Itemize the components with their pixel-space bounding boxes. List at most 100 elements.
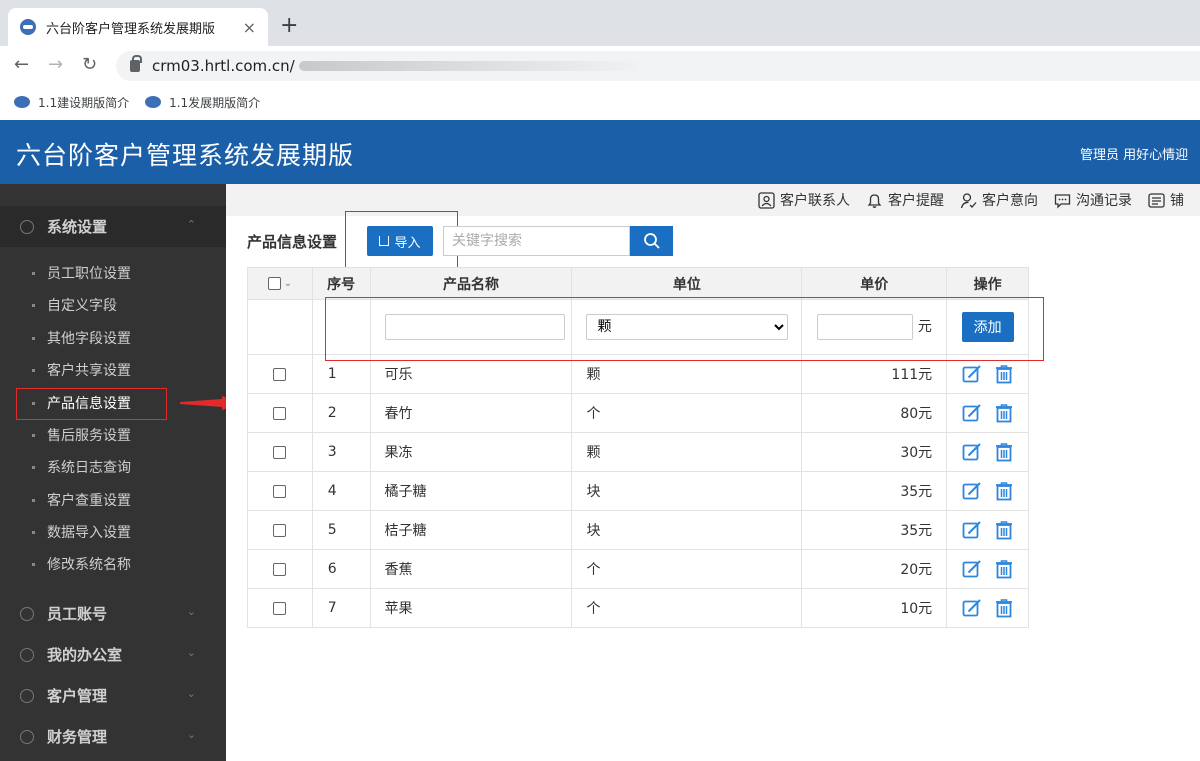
sidebar-group-finance[interactable]: 财务管理 ⌄ bbox=[0, 716, 226, 757]
highlight-box-add-row bbox=[325, 297, 1044, 361]
sidebar-group-label: 我的办公室 bbox=[47, 646, 123, 664]
bell-icon bbox=[867, 193, 882, 208]
select-all-header[interactable]: ⌄ bbox=[247, 267, 313, 300]
url-text: crm03.hrtl.com.cn/ bbox=[152, 57, 295, 75]
edit-icon[interactable] bbox=[962, 598, 982, 618]
row-select-cell bbox=[247, 393, 313, 433]
index-cell: 5 bbox=[311, 510, 371, 550]
unit-cell: 个 bbox=[571, 393, 803, 433]
row-checkbox[interactable] bbox=[273, 367, 287, 381]
chevron-up-icon: ⌃ bbox=[186, 218, 196, 231]
bullet-icon bbox=[32, 562, 35, 566]
toolbar-customer-intent[interactable]: 客户意向 bbox=[960, 190, 1038, 210]
sidebar-item-other-fields[interactable]: 其他字段设置 bbox=[0, 322, 226, 354]
unit-cell: 块 bbox=[571, 510, 803, 550]
table-row: 4 橘子糖 块 35元 bbox=[247, 471, 1029, 511]
search-button[interactable] bbox=[630, 226, 673, 256]
toolbar-communication-records[interactable]: 沟通记录 bbox=[1054, 190, 1132, 210]
trash-icon[interactable] bbox=[994, 442, 1014, 462]
name-cell: 春竹 bbox=[369, 393, 573, 433]
row-select-cell bbox=[247, 510, 313, 550]
row-checkbox[interactable] bbox=[273, 445, 287, 459]
highlight-box-import bbox=[345, 211, 458, 268]
bookmark-favicon-icon bbox=[14, 96, 30, 108]
edit-icon[interactable] bbox=[962, 403, 982, 423]
chevron-down-icon[interactable]: ⌄ bbox=[284, 279, 292, 289]
column-header: 序号 bbox=[311, 267, 371, 300]
users-icon bbox=[20, 688, 34, 703]
select-all-checkbox[interactable] bbox=[268, 277, 282, 290]
sidebar-item-customer-share[interactable]: 客户共享设置 bbox=[0, 354, 226, 386]
bookmark-item[interactable]: 1.1建设期版简介 bbox=[14, 94, 129, 111]
app-title: 六台阶客户管理系统发展期版 bbox=[16, 141, 355, 170]
row-select-cell bbox=[247, 354, 313, 394]
tab-close-icon[interactable]: × bbox=[243, 18, 256, 37]
trash-icon[interactable] bbox=[994, 481, 1014, 501]
bookmark-item[interactable]: 1.1发展期版简介 bbox=[145, 94, 260, 111]
sidebar-item-custom-fields[interactable]: 自定义字段 bbox=[0, 289, 226, 321]
new-tab-icon[interactable]: + bbox=[280, 13, 298, 38]
sidebar-item-label: 客户共享设置 bbox=[47, 363, 131, 379]
sidebar-group-customer-management[interactable]: 客户管理 ⌄ bbox=[0, 675, 226, 716]
user-greeting[interactable]: 管理员 用好心情迎 bbox=[1080, 144, 1188, 163]
sidebar-item-data-import[interactable]: 数据导入设置 bbox=[0, 516, 226, 548]
table-row: 3 果冻 颗 30元 bbox=[247, 432, 1029, 472]
url-field[interactable]: crm03.hrtl.com.cn/ bbox=[116, 51, 1200, 81]
row-checkbox[interactable] bbox=[273, 523, 287, 537]
sidebar-item-label: 售后服务设置 bbox=[47, 428, 131, 444]
edit-icon[interactable] bbox=[962, 442, 982, 462]
trash-icon[interactable] bbox=[994, 520, 1014, 540]
sidebar-group-system-settings[interactable]: 系统设置 ⌃ bbox=[0, 206, 226, 247]
bookmark-label: 1.1建设期版简介 bbox=[38, 95, 130, 110]
name-cell: 果冻 bbox=[369, 432, 573, 472]
trash-icon[interactable] bbox=[994, 364, 1014, 384]
sidebar-item-duplicate-check[interactable]: 客户查重设置 bbox=[0, 484, 226, 516]
sidebar-group-label: 员工账号 bbox=[47, 605, 108, 623]
row-checkbox[interactable] bbox=[273, 562, 287, 576]
sidebar-item-label: 自定义字段 bbox=[47, 298, 117, 314]
toolbar-customer-reminders[interactable]: 客户提醒 bbox=[866, 190, 944, 210]
sidebar-group-staff-accounts[interactable]: 员工账号 ⌄ bbox=[0, 593, 226, 634]
ops-cell bbox=[946, 432, 1029, 472]
sidebar-item-label: 修改系统名称 bbox=[47, 557, 131, 573]
address-bar: ← → ↻ crm03.hrtl.com.cn/ bbox=[0, 46, 1200, 84]
toolbar-customer-contacts[interactable]: 客户联系人 bbox=[758, 190, 850, 210]
toolbar-label: 客户联系人 bbox=[780, 193, 850, 209]
column-header: 单价 bbox=[801, 267, 948, 300]
edit-icon[interactable] bbox=[962, 364, 982, 384]
browser-tab[interactable]: 六台阶客户管理系统发展期版 × bbox=[8, 8, 268, 46]
bullet-icon bbox=[32, 465, 35, 469]
forward-icon[interactable]: → bbox=[48, 54, 63, 75]
sidebar-item-system-log[interactable]: 系统日志查询 bbox=[0, 451, 226, 483]
back-icon[interactable]: ← bbox=[14, 54, 29, 75]
bullet-icon bbox=[32, 303, 35, 307]
search-input[interactable] bbox=[443, 226, 630, 256]
sidebar-item-after-sales[interactable]: 售后服务设置 bbox=[0, 419, 226, 451]
sidebar: 系统设置 ⌃ 员工职位设置 自定义字段 其他字段设置 客户共享设置 产品信息设置… bbox=[0, 184, 226, 761]
bullet-icon bbox=[32, 336, 35, 340]
column-header: 单位 bbox=[571, 267, 803, 300]
table-header-row: ⌄ 序号 产品名称 单位 单价 操作 bbox=[247, 267, 1029, 300]
ops-cell bbox=[946, 471, 1029, 511]
row-checkbox[interactable] bbox=[273, 484, 287, 498]
sidebar-group-my-office[interactable]: 我的办公室 ⌄ bbox=[0, 634, 226, 675]
row-checkbox[interactable] bbox=[273, 601, 287, 615]
sidebar-item-position-settings[interactable]: 员工职位设置 bbox=[0, 257, 226, 289]
price-cell: 10元 bbox=[801, 588, 948, 628]
edit-icon[interactable] bbox=[962, 520, 982, 540]
chevron-down-icon: ⌄ bbox=[186, 728, 196, 741]
price-cell: 20元 bbox=[801, 549, 948, 589]
trash-icon[interactable] bbox=[994, 598, 1014, 618]
index-cell: 4 bbox=[311, 471, 371, 511]
toolbar-more[interactable]: 铺 bbox=[1148, 190, 1184, 210]
row-checkbox[interactable] bbox=[273, 406, 287, 420]
sidebar-group-label: 系统设置 bbox=[47, 218, 108, 236]
reload-icon[interactable]: ↻ bbox=[82, 54, 97, 75]
trash-icon[interactable] bbox=[994, 559, 1014, 579]
trash-icon[interactable] bbox=[994, 403, 1014, 423]
edit-icon[interactable] bbox=[962, 481, 982, 501]
name-cell: 香蕉 bbox=[369, 549, 573, 589]
sidebar-item-rename-system[interactable]: 修改系统名称 bbox=[0, 548, 226, 580]
edit-icon[interactable] bbox=[962, 559, 982, 579]
table-row: 5 桔子糖 块 35元 bbox=[247, 510, 1029, 550]
